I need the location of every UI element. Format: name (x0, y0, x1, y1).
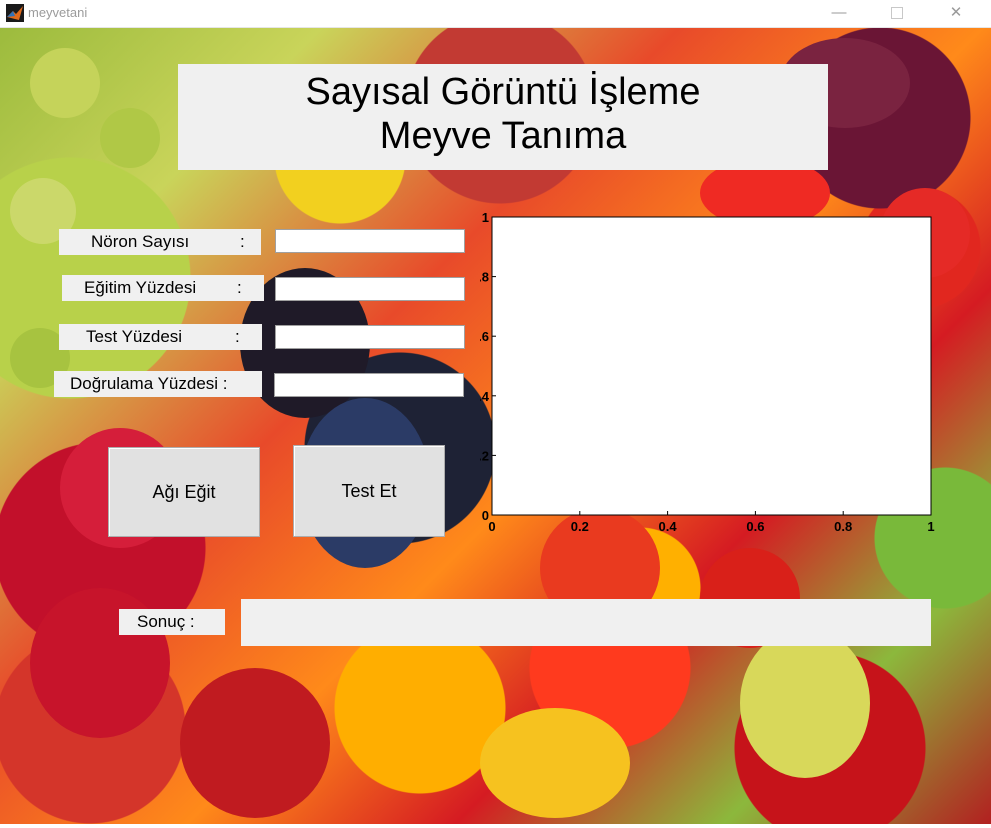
window-titlebar: meyvetani — ✕ (0, 0, 991, 28)
lemon-decoration (480, 708, 630, 818)
apple-decoration (180, 668, 330, 818)
neuron-count-colon: : (240, 232, 245, 251)
grape-decoration (100, 108, 160, 168)
validation-percent-label: Doğrulama Yüzdesi : (54, 371, 262, 397)
result-label-text: Sonuç : (137, 612, 195, 631)
training-percent-label-text: Eğitim Yüzdesi (84, 278, 197, 297)
result-output (241, 599, 931, 646)
close-button[interactable]: ✕ (933, 0, 979, 27)
close-icon: ✕ (949, 4, 963, 21)
x-tick-label: 0.2 (571, 519, 589, 534)
x-tick-label: 0.4 (659, 519, 678, 534)
x-tick-label: 1 (927, 519, 934, 534)
pear-decoration (740, 628, 870, 778)
neuron-count-label: Nöron Sayısı : (59, 229, 261, 255)
validation-percent-input[interactable] (274, 373, 464, 397)
minimize-icon: — (831, 4, 847, 21)
test-percent-label: Test Yüzdesi : (59, 324, 262, 350)
window-title: meyvetani (28, 5, 88, 20)
neuron-count-label-text: Nöron Sayısı (91, 232, 190, 251)
y-tick-label: 0.8 (480, 270, 489, 285)
fruit-background: Sayısal Görüntü İşleme Meyve Tanıma Nöro… (0, 28, 991, 824)
x-tick-label: 0 (488, 519, 495, 534)
x-tick-label: 0.8 (834, 519, 852, 534)
y-tick-label: 0.4 (480, 389, 490, 404)
train-network-button[interactable]: Ağı Eğit (108, 447, 260, 537)
title-line-2: Meyve Tanıma (379, 115, 627, 157)
page-title: Sayısal Görüntü İşleme Meyve Tanıma (178, 64, 828, 170)
matlab-icon (6, 4, 24, 22)
neuron-count-input[interactable] (275, 229, 465, 253)
y-tick-label: 0.2 (480, 448, 489, 463)
maximize-button[interactable] (874, 0, 920, 27)
x-tick-label: 0.6 (746, 519, 764, 534)
grape-decoration (30, 48, 100, 118)
training-percent-colon: : (237, 278, 242, 297)
training-percent-input[interactable] (275, 277, 465, 301)
plot-axes: 0 0.2 0.4 0.6 0.8 1 0 0.2 0.4 0.6 0.8 1 (480, 210, 935, 534)
title-line-1: Sayısal Görüntü İşleme (305, 71, 701, 113)
validation-percent-label-text: Doğrulama Yüzdesi : (70, 374, 228, 393)
y-tick-label: 0 (482, 508, 489, 523)
y-tick-label: 1 (482, 210, 489, 225)
test-percent-input[interactable] (275, 325, 465, 349)
training-percent-label: Eğitim Yüzdesi : (62, 275, 264, 301)
plot-area (491, 216, 932, 516)
minimize-button[interactable]: — (816, 0, 862, 27)
test-percent-label-text: Test Yüzdesi (86, 327, 183, 346)
result-label: Sonuç : (119, 609, 225, 635)
test-percent-colon: : (235, 327, 240, 346)
maximize-icon (891, 7, 903, 20)
test-button[interactable]: Test Et (293, 445, 445, 537)
y-tick-label: 0.6 (480, 329, 489, 344)
